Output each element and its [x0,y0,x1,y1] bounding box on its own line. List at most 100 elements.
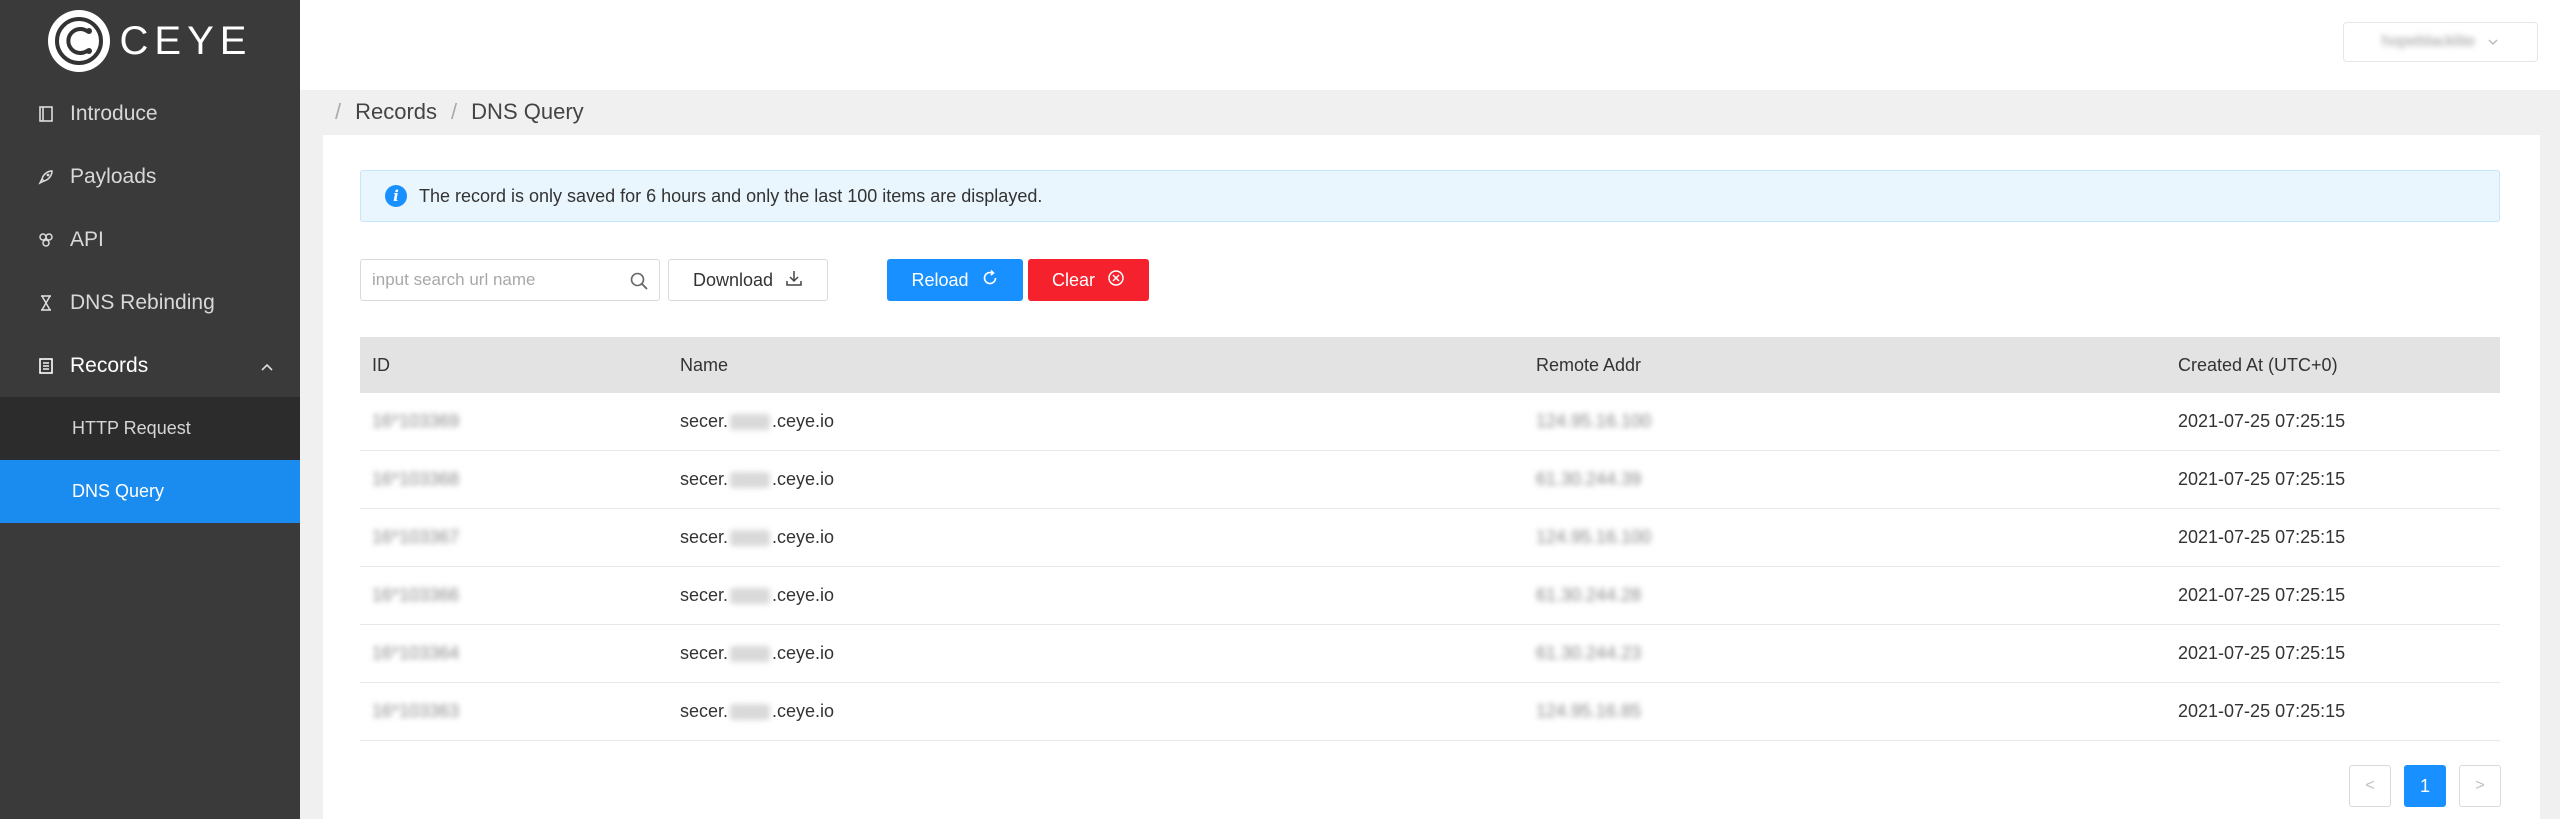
main-panel: i The record is only saved for 6 hours a… [323,135,2540,819]
pagination: < 1 > [2349,765,2501,807]
download-button-label: Download [692,269,774,290]
user-menu-dropdown[interactable]: hopeblacklite [2343,22,2538,62]
cell-remote-addr: 61.30.244.28 [1536,585,1642,605]
breadcrumb-separator: / [335,99,342,124]
table-row: 16*103364 secer. .ceye.io 61.30.244.23 20… [360,625,2500,683]
name-prefix: secer. [680,469,729,489]
redacted-mask [730,472,771,489]
sidebar-item-label: Payloads [70,164,157,188]
cell-remote-addr: 124.95.16.85 [1536,701,1642,721]
sidebar-item-label: API [70,227,104,251]
close-circle-icon [1107,269,1125,292]
sidebar-item-records[interactable]: Records [0,334,300,397]
records-icon [36,356,56,376]
sidebar-subitem-http-request[interactable]: HTTP Request [0,397,300,460]
cell-name: secer. .ceye.io [680,585,1536,606]
sidebar: CEYE Introduce Payloads API DNS Rebindin… [0,0,300,819]
info-alert: i The record is only saved for 6 hours a… [360,170,2500,222]
info-icon: i [385,185,407,207]
cell-id: 16*103366 [372,585,460,605]
reload-button-label: Reload [911,269,969,290]
table-header: ID Name Remote Addr Created At (UTC+0) [360,337,2500,393]
sidebar-item-label: DNS Rebinding [70,290,215,314]
column-header-created-at: Created At (UTC+0) [2178,354,2338,375]
search-box [360,259,660,301]
name-prefix: secer. [680,585,729,605]
search-icon[interactable] [629,271,649,296]
cell-remote-addr: 61.30.244.23 [1536,643,1642,663]
table-row: 16*103366 secer. .ceye.io 61.30.244.28 20… [360,567,2500,625]
sidebar-item-label: Introduce [70,101,158,125]
cell-id: 16*103363 [372,701,460,721]
sidebar-subitem-label: DNS Query [72,481,165,501]
ceye-logo-icon [47,10,110,72]
reload-icon [981,269,999,292]
brand-name: CEYE [119,18,253,63]
name-prefix: secer. [680,411,729,431]
name-prefix: secer. [680,701,729,721]
name-suffix: .ceye.io [772,701,835,721]
sidebar-nav: Introduce Payloads API DNS Rebinding Rec… [0,82,300,523]
redacted-mask [730,588,771,605]
records-table: ID Name Remote Addr Created At (UTC+0) 1… [360,337,2500,741]
toolbar: Download Reload Clear [360,259,2500,301]
breadcrumb: / Records / DNS Query [335,98,584,126]
redacted-mask [730,530,771,547]
pagination-page-1[interactable]: 1 [2404,765,2446,807]
breadcrumb-item-dns-query: DNS Query [471,99,584,124]
sidebar-subitem-dns-query[interactable]: DNS Query [0,460,300,523]
pagination-prev-button[interactable]: < [2349,765,2391,807]
reload-button[interactable]: Reload [887,259,1023,301]
breadcrumb-item-records[interactable]: Records [355,99,437,125]
redacted-mask [730,414,771,431]
column-header-remote-addr: Remote Addr [1536,354,1642,375]
clear-button-label: Clear [1051,269,1095,290]
table-row: 16*103363 secer. .ceye.io 124.95.16.85 20… [360,683,2500,741]
cell-name: secer. .ceye.io [680,701,1536,722]
name-prefix: secer. [680,643,729,663]
name-suffix: .ceye.io [772,469,835,489]
sidebar-item-api[interactable]: API [0,208,300,271]
pagination-next-button[interactable]: > [2459,765,2501,807]
cell-name: secer. .ceye.io [680,527,1536,548]
sidebar-item-payloads[interactable]: Payloads [0,145,300,208]
name-suffix: .ceye.io [772,643,835,663]
cell-created-at: 2021-07-25 07:25:15 [2178,469,2346,489]
cell-created-at: 2021-07-25 07:25:15 [2178,701,2346,721]
cell-created-at: 2021-07-25 07:25:15 [2178,527,2346,547]
sidebar-subitem-label: HTTP Request [72,418,191,438]
redacted-mask [730,704,771,721]
name-suffix: .ceye.io [772,585,835,605]
table-row: 16*103367 secer. .ceye.io 124.95.16.100 2… [360,509,2500,567]
cell-id: 16*103369 [372,411,460,431]
search-input[interactable] [361,260,611,300]
logo[interactable]: CEYE [0,0,300,82]
top-bar: hopeblacklite [300,0,2560,90]
info-alert-text: The record is only saved for 6 hours and… [419,185,1043,206]
rocket-icon [36,167,56,187]
sidebar-item-label: Records [70,353,149,377]
cell-created-at: 2021-07-25 07:25:15 [2178,411,2346,431]
book-icon [36,104,56,124]
name-prefix: secer. [680,527,729,547]
cell-name: secer. .ceye.io [680,411,1536,432]
column-header-name: Name [680,354,729,375]
table-row: 16*103369 secer. .ceye.io 124.95.16.100 2… [360,393,2500,451]
cell-name: secer. .ceye.io [680,469,1536,490]
api-icon [36,230,56,250]
cell-name: secer. .ceye.io [680,643,1536,664]
hourglass-icon [36,293,56,313]
sidebar-item-introduce[interactable]: Introduce [0,82,300,145]
chevron-up-icon [260,354,274,378]
cell-id: 16*103367 [372,527,460,547]
cell-id: 16*103364 [372,643,460,663]
username: hopeblacklite [2381,33,2476,50]
cell-created-at: 2021-07-25 07:25:15 [2178,585,2346,605]
cell-remote-addr: 124.95.16.100 [1536,527,1652,547]
download-button[interactable]: Download [668,259,828,301]
clear-button[interactable]: Clear [1028,259,1149,301]
cell-remote-addr: 61.30.244.39 [1536,469,1642,489]
sidebar-item-dns-rebinding[interactable]: DNS Rebinding [0,271,300,334]
name-suffix: .ceye.io [772,411,835,431]
chevron-down-icon [2487,33,2499,51]
